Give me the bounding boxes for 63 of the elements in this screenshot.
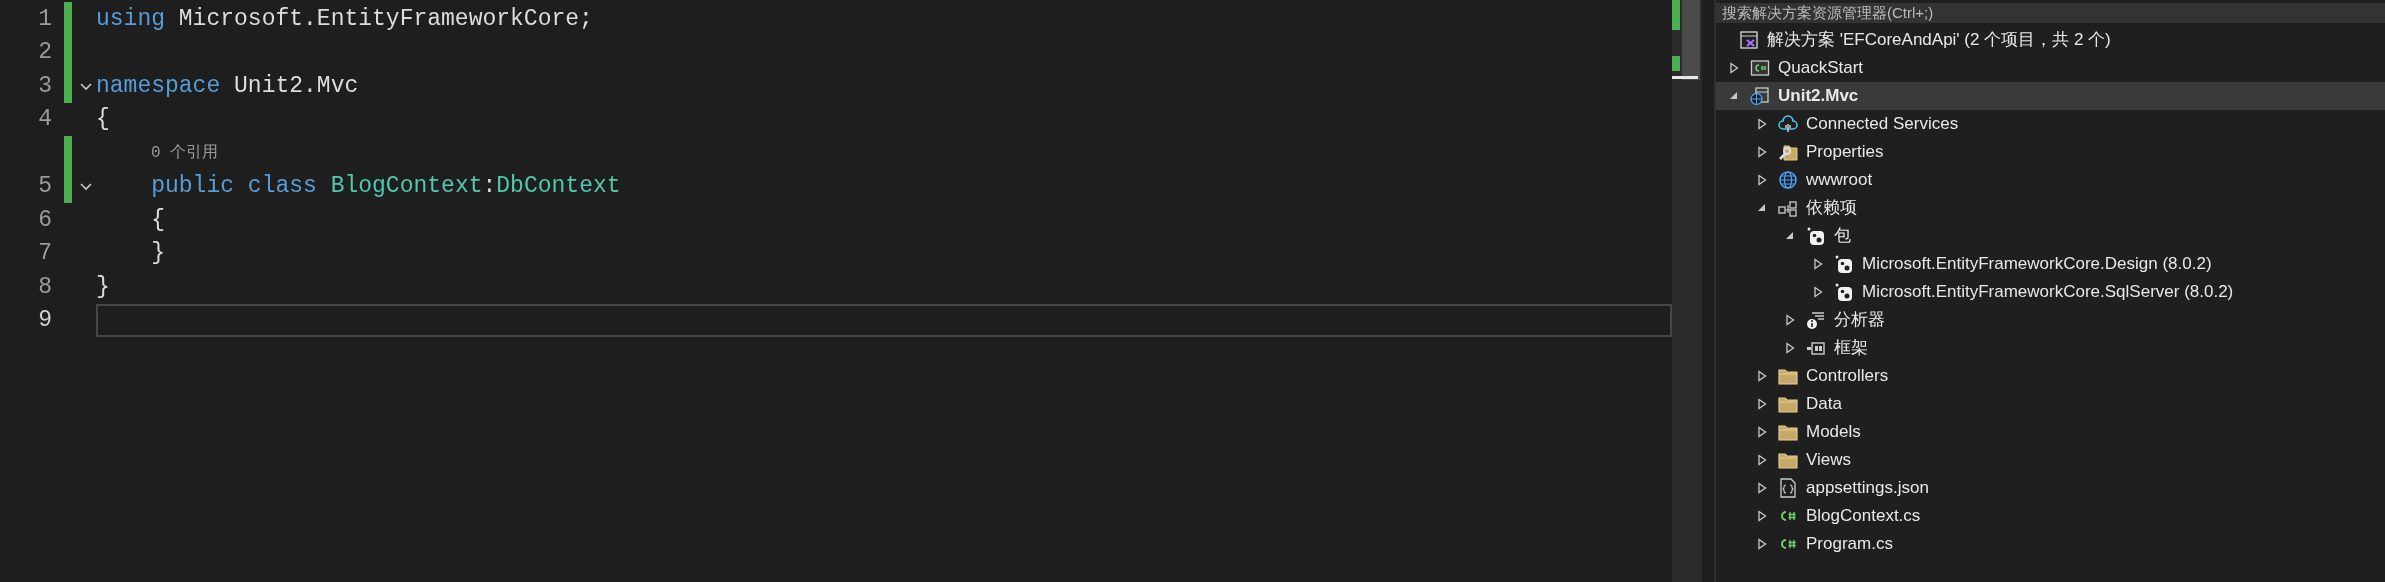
line-number: 6 [37, 205, 53, 235]
line-number: 2 [37, 38, 53, 67]
expand-arrow-icon[interactable] [1755, 369, 1767, 382]
expand-arrow-icon[interactable] [1727, 61, 1739, 74]
code-line: } [96, 272, 110, 302]
tree-item[interactable]: Data [1806, 390, 1842, 417]
expand-arrow-icon[interactable] [1755, 453, 1767, 466]
line-number: 3 [37, 71, 53, 101]
tree-item[interactable]: Program.cs [1806, 530, 1893, 557]
package-icon [1834, 253, 1854, 274]
tree-item[interactable]: 包 [1834, 222, 1851, 249]
code-line: public class BlogContext:DbContext [150, 172, 621, 201]
cloud-plug-icon [1778, 113, 1798, 134]
expand-arrow-icon[interactable] [1755, 173, 1767, 186]
line-number: 5 [37, 172, 53, 201]
line-number: 8 [37, 272, 53, 302]
tree-item[interactable]: Controllers [1806, 362, 1889, 389]
line-number: 1 [37, 4, 53, 34]
code-line: { [150, 205, 165, 235]
line-number: 9 [37, 306, 53, 335]
json-file-icon [1778, 477, 1798, 498]
expand-arrow-icon[interactable] [1755, 481, 1767, 494]
expand-arrow-icon[interactable] [1783, 313, 1795, 326]
expand-arrow-icon[interactable] [1755, 117, 1767, 130]
expand-arrow-icon[interactable] [1755, 425, 1767, 438]
tree-item[interactable]: wwwroot [1806, 166, 1873, 193]
code-line: { [96, 105, 110, 134]
code-line: namespace Unit2.Mvc [96, 71, 359, 101]
tree-item[interactable]: 解决方案 'EFCoreAndApi' (2 个项目，共 2 个) [1767, 26, 2111, 53]
line-number: 4 [37, 105, 53, 134]
tree-item[interactable]: Properties [1806, 138, 1884, 165]
expand-arrow-icon[interactable] [1783, 341, 1795, 354]
expand-arrow-icon[interactable] [1755, 509, 1767, 522]
tree-item[interactable]: Unit2.Mvc [1778, 82, 1859, 109]
expand-arrow-icon[interactable] [1755, 397, 1767, 410]
tree-item[interactable]: 框架 [1834, 334, 1868, 361]
reference-count-link[interactable]: 0 个引用 [96, 140, 219, 165]
line-number: 7 [37, 239, 53, 268]
expand-arrow-icon[interactable] [1755, 537, 1767, 550]
package-icon [1806, 225, 1826, 246]
tree-item[interactable]: Connected Services [1806, 110, 1959, 137]
tree-item[interactable]: Views [1806, 446, 1852, 473]
code-line: } [150, 239, 165, 268]
expand-arrow-icon[interactable] [1811, 285, 1823, 298]
tree-item[interactable]: QuackStart [1778, 54, 1864, 81]
solution-icon [1739, 29, 1759, 50]
analyzer-icon [1806, 309, 1826, 330]
search-field[interactable]: 搜索解决方案资源管理器(Ctrl+;) [1716, 3, 2385, 23]
tree-item[interactable]: Microsoft.EntityFrameworkCore.Design (8.0.2) [1862, 250, 2212, 277]
tree-item[interactable]: Models [1806, 418, 1861, 445]
tree-item[interactable]: 分析器 [1834, 306, 1885, 333]
selected-row[interactable]: Unit2.Mvc [1716, 81, 2385, 110]
expand-arrow-icon[interactable] [1811, 257, 1823, 270]
code-line: using Microsoft.EntityFrameworkCore; [96, 4, 593, 34]
tree-item[interactable]: 依赖项 [1806, 194, 1857, 221]
tree-item[interactable]: Microsoft.EntityFrameworkCore.SqlServer (8.0.2) [1862, 278, 2234, 305]
expand-arrow-icon[interactable] [1755, 145, 1767, 158]
csharp-project-icon [1750, 57, 1770, 78]
tree-item[interactable]: appsettings.json [1806, 474, 1929, 501]
globe-icon [1778, 169, 1798, 190]
tree-item[interactable]: BlogContext.cs [1806, 502, 1921, 529]
web-project-icon [1750, 85, 1770, 106]
package-icon [1834, 281, 1854, 302]
